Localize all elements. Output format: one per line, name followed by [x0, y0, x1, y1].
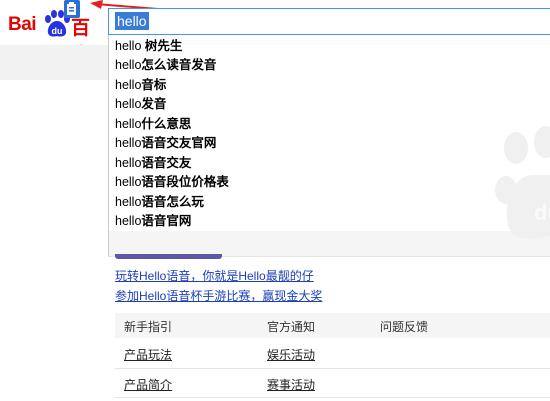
row-divider: [115, 368, 550, 369]
suggestion-prefix: hello: [115, 195, 142, 209]
suggestion-suffix: 音标: [141, 78, 167, 92]
table-header-row: 新手指引 官方通知 问题反馈: [115, 313, 550, 338]
suggestion-suffix: 树先生: [144, 39, 183, 53]
suggestion-suffix: 什么意思: [141, 117, 192, 131]
suggestion-suffix: 语音交友官网: [141, 136, 217, 150]
tab-indicator: [115, 254, 222, 259]
suggestion-suffix: 怎么读音发音: [141, 58, 217, 72]
suggestion-item[interactable]: hello 树先生: [115, 37, 182, 56]
suggestion-prefix: hello: [115, 214, 142, 228]
suggestion-item[interactable]: hello语音段位价格表: [115, 173, 229, 192]
background-paw-du-text: du: [534, 200, 550, 225]
header-band: [0, 45, 108, 80]
link-product-intro[interactable]: 产品简介: [124, 376, 172, 393]
suggestion-suffix: 发音: [141, 97, 167, 111]
suggestion-item[interactable]: hello语音交友: [115, 154, 191, 173]
promo-link-hello-voice[interactable]: 玩转Hello语音，你就是Hello最靓的仔: [115, 267, 314, 284]
link-competition[interactable]: 赛事活动: [267, 376, 315, 393]
link-entertainment[interactable]: 娱乐活动: [267, 346, 315, 363]
suggestion-item[interactable]: hello发音: [115, 95, 166, 114]
header-notice: 官方通知: [267, 320, 316, 334]
suggestion-suffix: 语音段位价格表: [141, 175, 229, 189]
help-table: 新手指引 官方通知 问题反馈 产品玩法 娱乐活动 产品简介 赛事活动: [115, 313, 550, 401]
background-paw-icon: du: [495, 126, 550, 239]
promo-link-competition[interactable]: 参加Hello语音杯手游比赛，赢现金大奖: [115, 287, 322, 304]
suggestion-item[interactable]: hello语音交友官网: [115, 134, 216, 153]
search-box[interactable]: hello: [108, 8, 550, 35]
suggestion-prefix: hello: [115, 117, 142, 131]
suggestion-suffix: 语音交友: [141, 156, 192, 170]
suggestion-prefix: hello: [115, 78, 142, 92]
row-divider: [115, 397, 550, 398]
suggestion-suffix: 语音官网: [141, 214, 192, 228]
suggestion-item[interactable]: hello什么意思: [115, 115, 191, 134]
suggestion-suffix: 语音怎么玩: [141, 195, 204, 209]
suggestion-prefix: hello: [115, 97, 142, 111]
suggestion-item[interactable]: hello怎么读音发音: [115, 56, 216, 75]
search-input[interactable]: hello: [115, 12, 149, 30]
suggestion-prefix: hello: [115, 136, 142, 150]
link-product-gameplay[interactable]: 产品玩法: [124, 346, 172, 363]
suggestion-prefix: hello: [115, 175, 142, 189]
suggestion-item[interactable]: hello语音官网: [115, 212, 191, 231]
suggestion-prefix: hello: [115, 58, 142, 72]
suggestion-item[interactable]: hello音标: [115, 76, 166, 95]
header-feedback: 问题反馈: [380, 320, 429, 334]
suggestion-item[interactable]: hello语音怎么玩: [115, 193, 204, 212]
header-guide: 新手指引: [124, 320, 173, 334]
suggestion-prefix: hello: [115, 156, 142, 170]
suggestion-prefix: hello: [115, 39, 145, 53]
